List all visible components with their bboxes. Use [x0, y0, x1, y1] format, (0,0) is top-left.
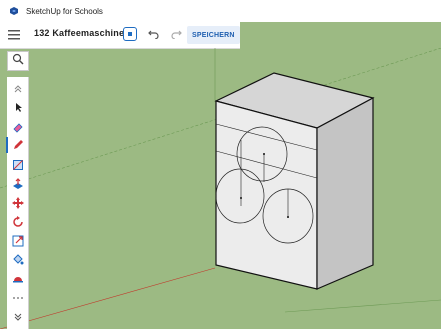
redo-icon[interactable] — [169, 27, 183, 41]
file-name[interactable]: 132 Kaffeemaschine — [34, 28, 124, 38]
eraser-icon[interactable] — [10, 119, 26, 135]
center-point-2 — [240, 197, 242, 199]
rectangle-icon[interactable] — [10, 157, 26, 173]
tools-sidebar — [6, 77, 29, 329]
tape-measure-icon[interactable] — [10, 271, 26, 287]
center-point-1 — [263, 153, 265, 155]
more-tools-icon[interactable] — [10, 290, 26, 306]
search-tool-button[interactable] — [7, 51, 29, 71]
undo-icon[interactable] — [147, 27, 161, 41]
box-side-face[interactable] — [316, 96, 374, 290]
model-info-icon[interactable] — [123, 27, 137, 41]
model-viewport[interactable] — [0, 48, 441, 329]
blue-axis-line — [284, 299, 441, 313]
save-button[interactable]: SPEICHERN — [187, 26, 240, 44]
sketchup-logo-icon — [10, 7, 18, 15]
pencil-icon[interactable] — [6, 137, 26, 153]
search-icon — [12, 52, 24, 70]
expand-down-icon[interactable] — [10, 309, 26, 325]
move-icon[interactable] — [10, 195, 26, 211]
rotate-icon[interactable] — [10, 214, 26, 230]
red-axis-line — [0, 267, 216, 329]
window-title: SketchUp for Schools — [26, 6, 103, 16]
box-front-face[interactable] — [215, 100, 318, 290]
scale-icon[interactable] — [10, 233, 26, 249]
title-bar: SketchUp for Schools — [0, 0, 441, 22]
select-icon[interactable] — [10, 99, 26, 115]
collapse-up-icon[interactable] — [10, 81, 26, 97]
top-toolbar: 132 Kaffeemaschine SPEICHERN — [0, 22, 441, 49]
hamburger-menu-icon[interactable] — [6, 27, 22, 43]
push-pull-icon[interactable] — [10, 176, 26, 192]
paint-bucket-icon[interactable] — [10, 252, 26, 268]
center-point-3 — [287, 216, 289, 218]
